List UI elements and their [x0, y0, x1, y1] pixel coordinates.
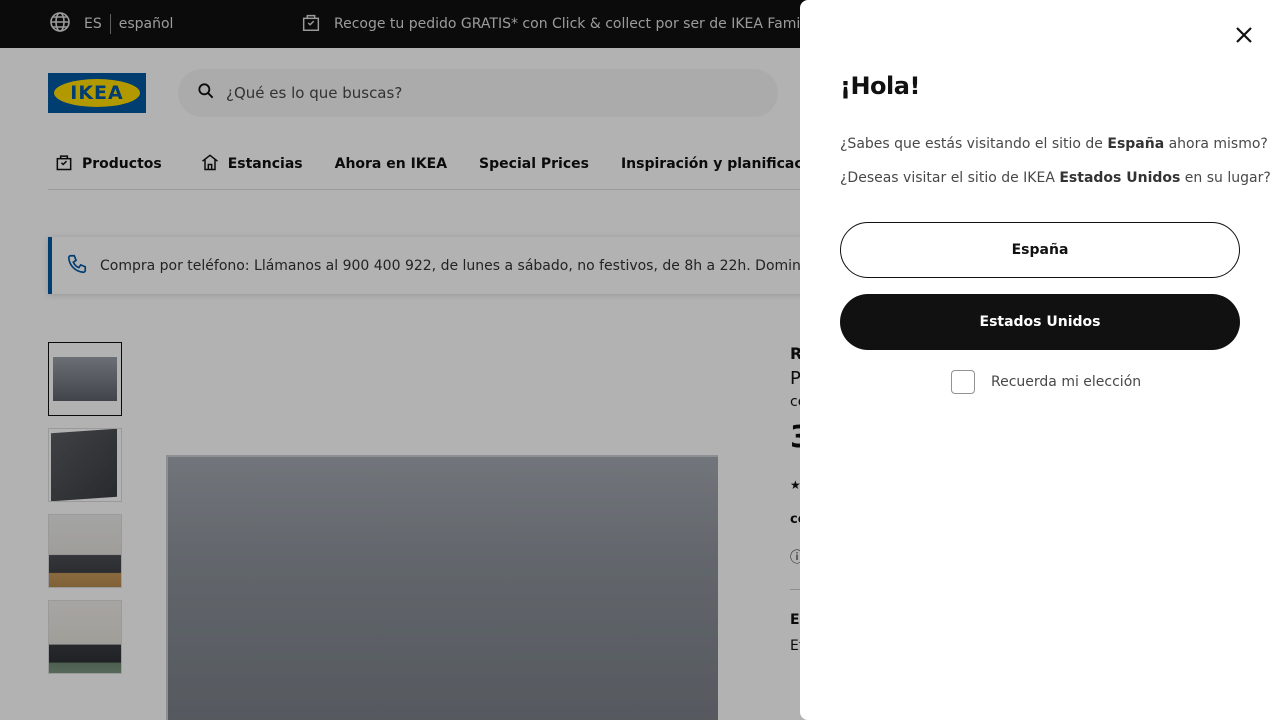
message-text: ahora mismo? [1164, 136, 1268, 152]
stay-spain-button[interactable]: España [840, 222, 1240, 278]
suggested-country: Estados Unidos [1059, 170, 1181, 186]
country-selector-modal [800, 0, 1280, 720]
close-icon [1235, 26, 1253, 47]
close-button[interactable] [1228, 20, 1260, 52]
remember-choice[interactable]: Recuerda mi elección [951, 370, 1141, 394]
message-text: ¿Sabes que estás visitando el sitio de [840, 136, 1108, 152]
message-text: en su lugar? [1180, 170, 1271, 186]
message-text: ¿Deseas visitar el sitio de IKEA [840, 170, 1060, 186]
remember-checkbox[interactable] [951, 370, 975, 394]
modal-title: ¡Hola! [840, 72, 920, 100]
suggested-site-message: ¿Deseas visitar el sitio de IKEA Estados… [840, 170, 1271, 186]
current-site-message: ¿Sabes que estás visitando el sitio de E… [840, 136, 1268, 152]
go-united-states-button[interactable]: Estados Unidos [840, 294, 1240, 350]
remember-label: Recuerda mi elección [991, 374, 1142, 390]
current-country: España [1107, 136, 1165, 152]
